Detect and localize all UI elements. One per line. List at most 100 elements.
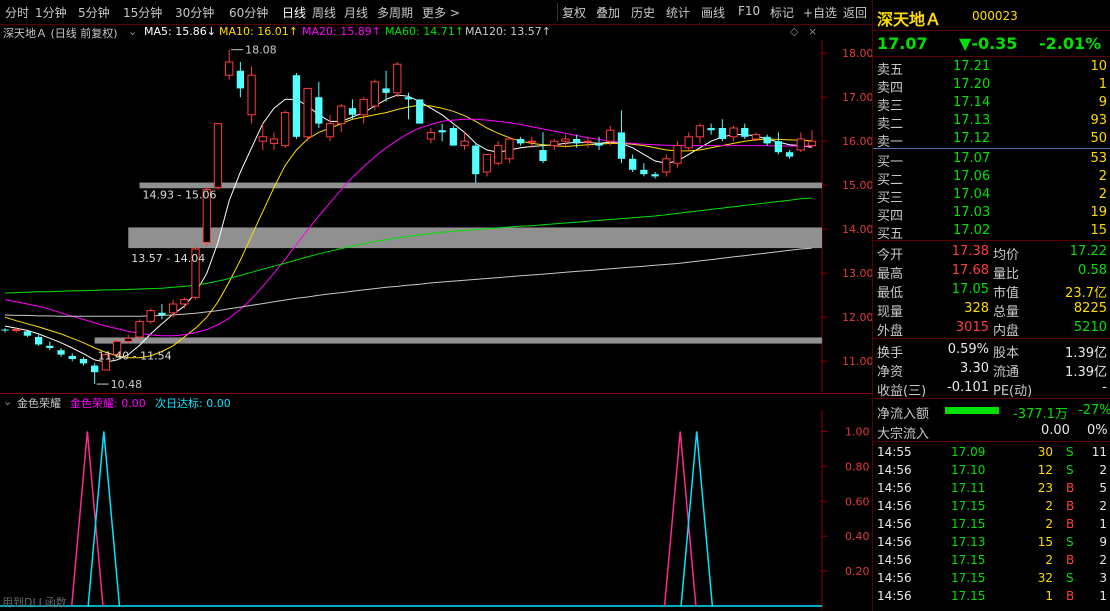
tick-volume: 30 (1037, 445, 1053, 459)
tab-15min[interactable]: 15分钟 (123, 4, 162, 21)
indicator-y-tick-label: 0.60 (845, 495, 870, 508)
tick-side: B (1066, 499, 1075, 513)
tab-more[interactable]: 更多 > (422, 4, 460, 21)
indicator-lines (0, 431, 822, 607)
stat-value: 0.59% (947, 342, 989, 357)
candle-down (707, 128, 715, 131)
toolbar-divider (557, 3, 558, 21)
candle-up (12, 329, 21, 332)
candle-up (729, 127, 738, 138)
ask-volume: 50 (1090, 131, 1107, 146)
tab-60min[interactable]: 60分钟 (229, 4, 268, 21)
tab-5min[interactable]: 5分钟 (78, 4, 110, 21)
candle-down (404, 97, 413, 100)
candle-down (1, 329, 9, 331)
close-icon[interactable]: × (808, 25, 817, 38)
tab-monthly[interactable]: 月线 (344, 4, 368, 21)
y-tick-label: 13.00 (842, 267, 872, 280)
back-button[interactable]: 返回 (843, 4, 867, 21)
tick-side: S (1066, 445, 1074, 459)
stat-label: 换手 (877, 346, 904, 361)
tick-volume: 1 (1045, 589, 1053, 603)
stat-value: 23.7亿 (1065, 286, 1107, 301)
stats-button[interactable]: 统计 (666, 4, 690, 21)
mark-button[interactable]: 标记 (770, 4, 794, 21)
candle-down (763, 136, 771, 144)
tick-row: 14:56 17.15 2 B 2 (873, 552, 1110, 570)
ask-volume: 9 (1098, 95, 1107, 110)
stat-label: 现量 (877, 305, 904, 320)
candle-up (505, 138, 514, 160)
stats-row: 净资 3.30 流通 1.39亿 (873, 360, 1110, 380)
candle-down (292, 75, 301, 137)
chart-title: 深天地Ａ (日线 前复权) (3, 27, 118, 40)
bid-row[interactable]: 买一 17.07 53 (873, 150, 1110, 170)
ask-price: 17.13 (953, 113, 991, 128)
add-watchlist-button[interactable]: +自选 (803, 4, 837, 21)
ask-row[interactable]: 卖四 17.20 1 (873, 76, 1110, 96)
tab-30min[interactable]: 30分钟 (175, 4, 214, 21)
stats-row: 换手 0.59% 股本 1.39亿 (873, 341, 1110, 361)
tick-price: 17.11 (951, 481, 986, 495)
candle-up (695, 125, 705, 138)
candle-down (629, 158, 637, 170)
candle-down (651, 174, 659, 177)
candle-down (617, 132, 626, 159)
candle-down (438, 130, 446, 133)
tick-count: 9 (1099, 535, 1107, 549)
history-button[interactable]: 历史 (631, 4, 655, 21)
bid-row[interactable]: 买三 17.04 2 (873, 186, 1110, 206)
tick-time: 14:56 (877, 517, 912, 531)
tick-price: 17.15 (951, 499, 986, 513)
ask-row[interactable]: 卖五 17.21 10 (873, 58, 1110, 78)
candle-down (785, 152, 794, 157)
stats-row: 最高 17.68 量比 0.58 (873, 262, 1110, 282)
stat-label: 今开 (877, 248, 904, 263)
candle-up (303, 87, 312, 138)
stat-value: 5210 (1073, 320, 1107, 335)
stats-row: 外盘 3015 内盘 5210 (873, 319, 1110, 339)
bid-volume: 15 (1090, 223, 1107, 238)
chevron-down-icon[interactable]: ⌄ (3, 395, 12, 408)
ma120-value: MA120: 13.57↑ (465, 25, 551, 38)
tab-daily[interactable]: 日线 (282, 4, 306, 21)
tab-weekly[interactable]: 周线 (312, 4, 336, 21)
tab-multi-period[interactable]: 多周期 (377, 4, 413, 21)
ma10-value: MA10: 16.01↑ (219, 25, 298, 38)
tab-fenshi[interactable]: 分时 (5, 4, 29, 21)
bid-row[interactable]: 买二 17.06 2 (873, 168, 1110, 188)
candle-up (146, 310, 155, 323)
tab-1min[interactable]: 1分钟 (35, 4, 67, 21)
indicator-chart[interactable]: 1.00 0.80 0.60 0.40 0.20 (0, 410, 872, 610)
overlay-button[interactable]: 叠加 (596, 4, 620, 21)
kline-chart[interactable]: 18.00 17.00 16.00 15.00 14.00 13.00 12.00 11.00… (0, 40, 872, 392)
bid-row[interactable]: 买四 17.03 19 (873, 204, 1110, 224)
ask-row[interactable]: 卖二 17.13 93 (873, 112, 1110, 132)
candle-up (684, 136, 693, 149)
ask-row[interactable]: 卖三 17.14 9 (873, 94, 1110, 114)
stock-name: 深天地Ａ (877, 10, 942, 29)
diamond-icon[interactable]: ◇ (790, 25, 798, 38)
bid-row[interactable]: 买五 17.02 15 (873, 222, 1110, 242)
draw-button[interactable]: 画线 (701, 4, 725, 21)
chevron-down-icon[interactable]: ⌄ (128, 25, 137, 38)
quote-panel: 深天地Ａ 000023 17.07 ▼-0.35 -2.01% 卖五 17.21… (872, 0, 1110, 611)
fuquan-button[interactable]: 复权 (562, 4, 586, 21)
candle-up (673, 145, 682, 164)
y-tick-label: 15.00 (842, 179, 872, 192)
f10-button[interactable]: F10 (738, 4, 760, 18)
tick-price: 17.13 (951, 535, 986, 549)
price-change-pct: -2.01% (1039, 34, 1102, 53)
tick-count: 2 (1099, 499, 1107, 513)
y-tick-label: 17.00 (842, 91, 872, 104)
net-inflow-pct: -27% (1078, 403, 1110, 418)
stat-label: 净资 (877, 365, 904, 380)
bid-price: 17.06 (953, 169, 991, 184)
candle-up (213, 123, 223, 188)
ask-row[interactable]: 卖一 17.12 50 (873, 130, 1110, 150)
candle-up (460, 140, 469, 147)
indicator-name[interactable]: 金色荣耀 (17, 395, 61, 411)
candle-down (348, 108, 357, 115)
ask-price: 17.12 (953, 131, 991, 146)
y-tick-label: 18.00 (842, 47, 872, 60)
